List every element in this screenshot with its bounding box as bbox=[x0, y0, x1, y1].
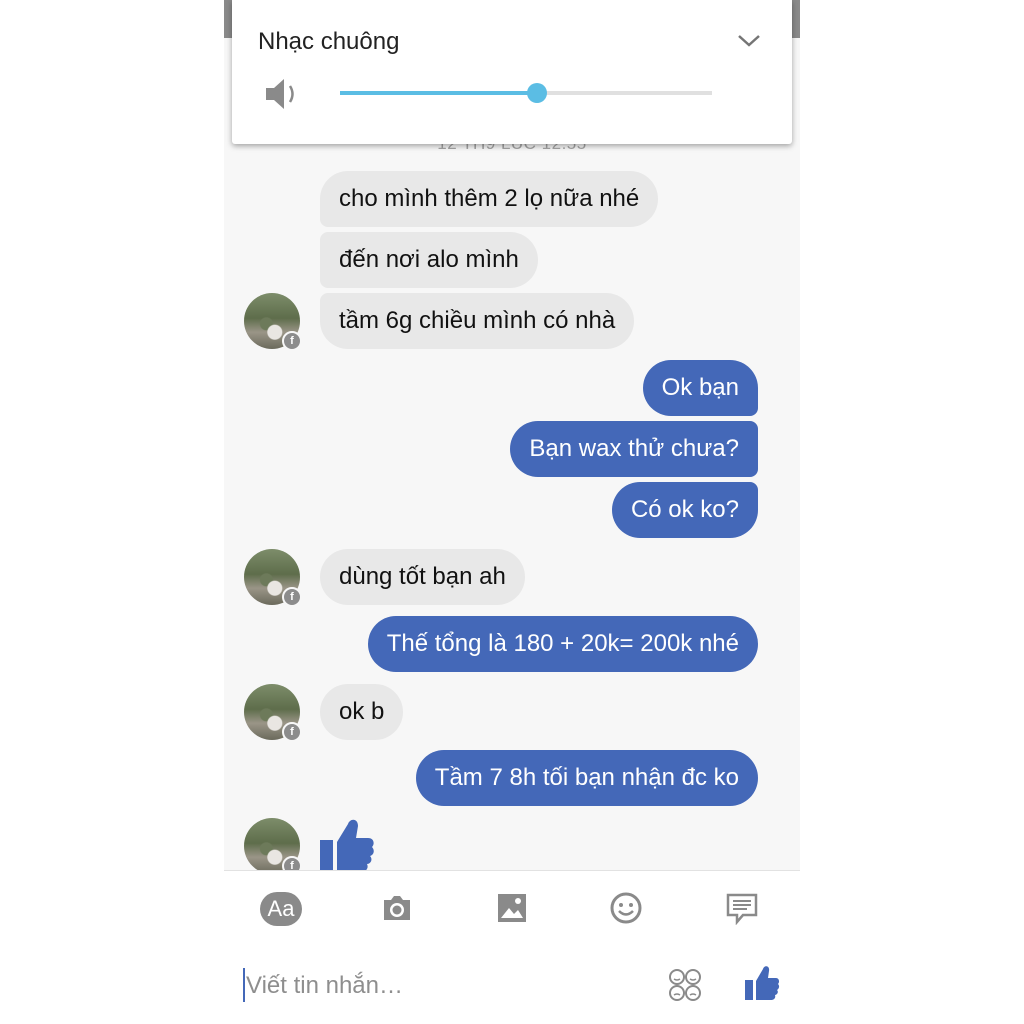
composer-toolbar: Aa bbox=[224, 870, 800, 951]
volume-slider-thumb[interactable] bbox=[527, 83, 548, 103]
ringtone-title: Nhạc chuông bbox=[258, 28, 400, 55]
incoming-message[interactable]: dùng tốt bạn ah bbox=[320, 549, 525, 605]
outgoing-message[interactable]: Có ok ko? bbox=[611, 482, 758, 538]
contact-avatar[interactable]: f bbox=[244, 549, 302, 607]
facebook-badge-icon: f bbox=[282, 722, 302, 742]
ringtone-volume-panel: Nhạc chuông bbox=[232, 0, 792, 144]
facebook-badge-icon: f bbox=[282, 587, 302, 607]
quick-reply-icon[interactable] bbox=[725, 891, 759, 925]
outgoing-message[interactable]: Bạn wax thử chưa? bbox=[510, 421, 758, 477]
stickers-icon[interactable] bbox=[668, 968, 702, 1002]
messenger-screen: 12 TH9 LÚC 12:55 cho mình thêm 2 lọ nữa … bbox=[224, 0, 800, 1024]
incoming-message[interactable]: ok b bbox=[320, 684, 404, 740]
contact-avatar[interactable]: f bbox=[244, 684, 302, 742]
gallery-icon[interactable] bbox=[495, 891, 529, 925]
text-format-button[interactable]: Aa bbox=[260, 892, 302, 926]
message-input[interactable]: Viết tin nhắn… bbox=[246, 972, 403, 1000]
message-composer[interactable]: Viết tin nhắn… bbox=[224, 950, 800, 1024]
incoming-message[interactable]: tầm 6g chiều mình có nhà bbox=[320, 293, 635, 349]
incoming-message[interactable]: cho mình thêm 2 lọ nữa nhé bbox=[320, 171, 659, 227]
outgoing-message[interactable]: Ok bạn bbox=[642, 360, 758, 416]
like-icon[interactable] bbox=[744, 964, 780, 1002]
speaker-icon[interactable] bbox=[264, 76, 304, 112]
facebook-badge-icon: f bbox=[282, 331, 302, 351]
contact-avatar[interactable]: f bbox=[244, 293, 302, 351]
outgoing-message[interactable]: Tầm 7 8h tối bạn nhận đc ko bbox=[415, 750, 758, 806]
volume-slider[interactable] bbox=[340, 83, 712, 103]
thumbs-up-sticker-icon[interactable] bbox=[318, 814, 376, 870]
outgoing-message[interactable]: Thế tổng là 180 + 20k= 200k nhé bbox=[367, 616, 758, 672]
incoming-message[interactable]: đến nơi alo mình bbox=[320, 232, 538, 288]
camera-icon[interactable] bbox=[380, 891, 414, 925]
text-caret bbox=[243, 968, 245, 1002]
facebook-badge-icon: f bbox=[282, 856, 302, 870]
chevron-down-icon[interactable] bbox=[736, 30, 762, 50]
contact-avatar[interactable]: f bbox=[244, 818, 302, 870]
emoji-icon[interactable] bbox=[609, 891, 643, 925]
volume-slider-fill bbox=[340, 91, 538, 95]
